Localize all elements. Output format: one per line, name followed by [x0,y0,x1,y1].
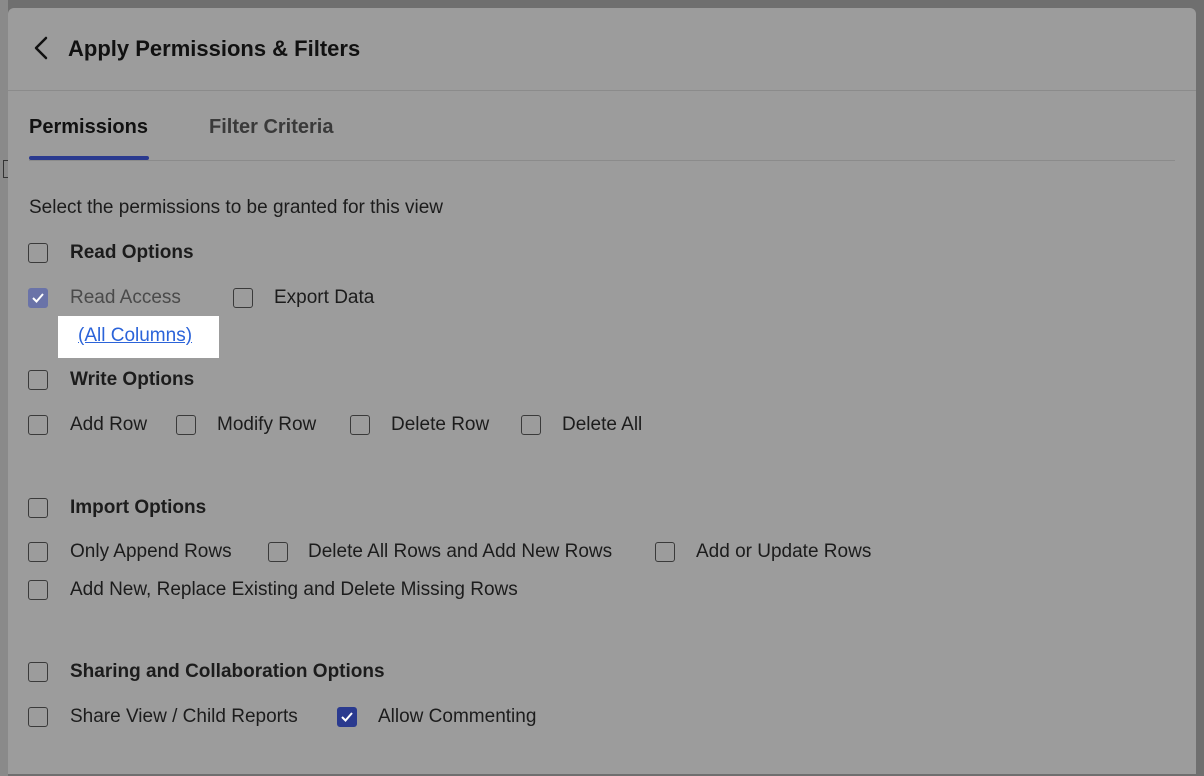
all-columns-highlight: (All Columns) [58,316,219,358]
background-edge [0,0,8,776]
checkmark-icon [32,293,44,303]
active-tab-indicator [29,156,149,160]
write-options-label: Write Options [70,369,195,390]
delete-row-label: Delete Row [391,414,490,435]
dialog-header: Apply Permissions & Filters [8,8,1196,91]
only-append-rows-label: Only Append Rows [70,541,232,562]
allow-commenting-checkbox[interactable] [337,707,357,727]
replace-delete-missing-label: Add New, Replace Existing and Delete Mis… [70,579,518,600]
read-options-checkbox[interactable] [28,243,48,263]
import-options-label: Import Options [70,497,207,518]
export-data-label: Export Data [274,287,375,308]
share-view-label: Share View / Child Reports [70,706,298,727]
modify-row-label: Modify Row [217,414,317,435]
all-columns-link[interactable]: (All Columns) [78,325,192,347]
tab-permissions[interactable]: Permissions [29,116,148,139]
tab-bar: Permissions Filter Criteria [29,108,1175,161]
chevron-left-icon [34,36,48,60]
add-row-checkbox[interactable] [28,415,48,435]
delete-all-add-new-label: Delete All Rows and Add New Rows [308,541,613,562]
sharing-options-checkbox[interactable] [28,662,48,682]
import-options-checkbox[interactable] [28,498,48,518]
tab-filter-criteria[interactable]: Filter Criteria [209,116,333,139]
read-access-label: Read Access [70,287,181,308]
replace-delete-missing-checkbox[interactable] [28,580,48,600]
add-or-update-rows-label: Add or Update Rows [696,541,872,562]
checkmark-icon [341,712,353,722]
add-or-update-rows-checkbox[interactable] [655,542,675,562]
only-append-rows-checkbox[interactable] [28,542,48,562]
add-row-label: Add Row [70,414,148,435]
dialog-title: Apply Permissions & Filters [68,36,361,61]
permissions-dialog: Apply Permissions & Filters Permissions … [8,8,1196,774]
intro-text: Select the permissions to be granted for… [29,197,443,218]
write-options-checkbox[interactable] [28,370,48,390]
read-access-checkbox[interactable] [28,288,48,308]
delete-all-checkbox[interactable] [521,415,541,435]
read-options-label: Read Options [70,242,194,263]
export-data-checkbox[interactable] [233,288,253,308]
share-view-checkbox[interactable] [28,707,48,727]
back-button[interactable] [30,34,54,62]
modify-row-checkbox[interactable] [176,415,196,435]
sharing-options-label: Sharing and Collaboration Options [70,661,385,682]
allow-commenting-label: Allow Commenting [378,706,537,727]
delete-all-add-new-checkbox[interactable] [268,542,288,562]
delete-all-label: Delete All [562,414,643,435]
delete-row-checkbox[interactable] [350,415,370,435]
